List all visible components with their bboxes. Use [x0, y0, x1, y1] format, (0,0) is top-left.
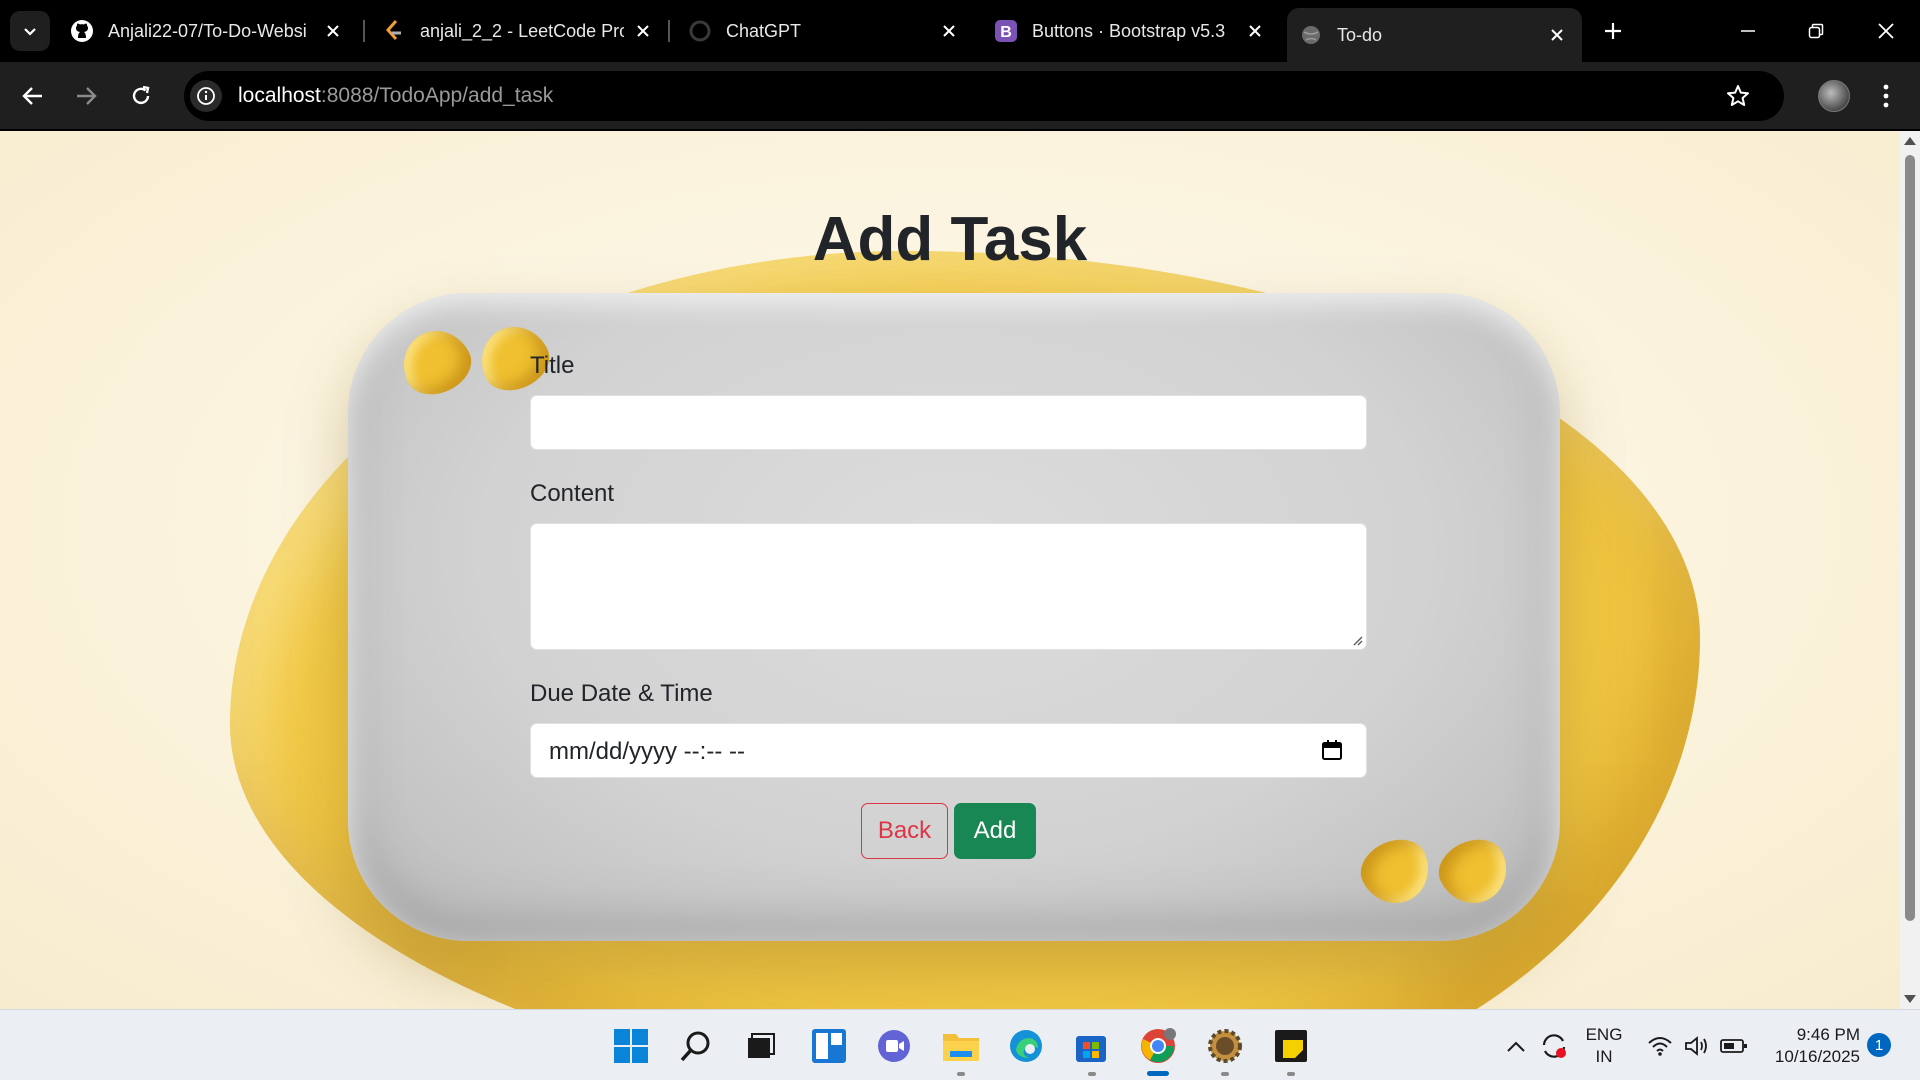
chrome-browser-icon[interactable]	[1138, 1026, 1178, 1066]
tab-todo[interactable]: To-do	[1287, 8, 1582, 62]
due-date-label: Due Date & Time	[530, 680, 713, 707]
title-input[interactable]	[530, 395, 1367, 450]
teams-chat-icon[interactable]	[874, 1026, 914, 1066]
page-scrollbar[interactable]	[1900, 131, 1920, 1009]
info-icon[interactable]	[190, 80, 222, 112]
widgets-icon[interactable]	[809, 1026, 849, 1066]
github-icon	[70, 19, 94, 43]
tab-github[interactable]: Anjali22-07/To-Do-Websi	[58, 8, 358, 54]
minimize-button[interactable]	[1714, 0, 1782, 62]
file-explorer-icon[interactable]	[941, 1026, 981, 1066]
chevron-down-icon	[24, 28, 36, 36]
close-icon	[1878, 23, 1894, 39]
browser-toolbar: localhost:8088/TodoApp/add_task	[0, 62, 1920, 130]
due-datetime-input[interactable]: mm/dd/yyyy --:-- --	[530, 723, 1367, 778]
calendar-icon[interactable]	[1320, 738, 1344, 762]
close-icon[interactable]	[322, 20, 344, 42]
back-button[interactable]: Back	[861, 803, 948, 859]
tab-title: Anjali22-07/To-Do-Websi	[108, 20, 307, 41]
windows-taskbar: ENG IN 9:46 PM 10/16/2025	[0, 1009, 1920, 1080]
chatgpt-icon	[688, 19, 712, 43]
wifi-icon[interactable]	[1640, 1026, 1680, 1066]
tab-bootstrap[interactable]: B Buttons · Bootstrap v5.3	[982, 8, 1280, 54]
tab-title: Buttons · Bootstrap v5.3	[1032, 20, 1226, 41]
running-indicator	[1088, 1072, 1096, 1076]
region-code: IN	[1595, 1047, 1613, 1066]
edge-browser-icon[interactable]	[1006, 1026, 1046, 1066]
clock[interactable]: 9:46 PM 10/16/2025	[1756, 1024, 1860, 1068]
browser-menu-button[interactable]	[1872, 78, 1900, 114]
close-icon[interactable]	[1244, 20, 1266, 42]
forward-nav-button[interactable]	[66, 76, 106, 116]
url-path: :8088/TodoApp/add_task	[320, 84, 554, 107]
leetcode-icon	[382, 19, 406, 43]
language-code: ENG	[1585, 1025, 1623, 1044]
content-label: Content	[530, 480, 615, 507]
profile-avatar[interactable]	[1818, 80, 1850, 112]
arrow-left-icon	[22, 87, 42, 105]
globe-icon	[1299, 23, 1323, 47]
close-icon[interactable]	[632, 20, 654, 42]
address-bar[interactable]: localhost:8088/TodoApp/add_task	[184, 71, 1784, 121]
tab-title: ChatGPT	[726, 20, 802, 41]
search-icon[interactable]	[676, 1026, 716, 1066]
plus-icon	[1605, 23, 1621, 39]
close-window-button[interactable]	[1852, 0, 1920, 62]
due-datetime-placeholder: mm/dd/yyyy --:-- --	[549, 738, 745, 765]
running-indicator	[957, 1072, 965, 1076]
scroll-up-arrow-icon[interactable]	[1904, 137, 1916, 145]
volume-icon[interactable]	[1677, 1026, 1717, 1066]
sticky-notes-icon[interactable]	[1271, 1026, 1311, 1066]
sync-icon[interactable]	[1534, 1026, 1574, 1066]
add-button[interactable]: Add	[954, 803, 1036, 859]
more-vertical-icon	[1883, 84, 1889, 108]
tab-leetcode[interactable]: anjali_2_2 - LeetCode Pro	[370, 8, 668, 54]
tab-title: anjali_2_2 - LeetCode Pro	[420, 20, 624, 41]
clock-time: 9:46 PM	[1796, 1025, 1860, 1044]
tab-separator	[363, 20, 365, 42]
content-textarea[interactable]	[530, 523, 1367, 650]
language-indicator[interactable]: ENG IN	[1578, 1024, 1630, 1068]
show-hidden-icons-chevron-icon[interactable]	[1496, 1026, 1536, 1066]
windows-start-icon[interactable]	[611, 1026, 651, 1066]
task-view-icon[interactable]	[740, 1026, 780, 1066]
restore-button[interactable]	[1782, 0, 1850, 62]
notification-badge[interactable]: 1	[1867, 1033, 1891, 1057]
tab-title: To-do	[1337, 24, 1383, 45]
title-label: Title	[530, 352, 575, 379]
close-icon[interactable]	[1546, 24, 1568, 46]
active-app-indicator	[1147, 1071, 1169, 1076]
tab-separator	[668, 20, 670, 42]
microsoft-store-icon[interactable]	[1071, 1026, 1111, 1066]
scroll-thumb[interactable]	[1905, 155, 1915, 921]
page-viewport: Add Task Title Content Due Date & Time m…	[0, 131, 1900, 1009]
clock-date: 10/16/2025	[1774, 1047, 1860, 1066]
running-indicator	[1221, 1072, 1229, 1076]
scroll-down-arrow-icon[interactable]	[1904, 995, 1916, 1003]
tab-chatgpt[interactable]: ChatGPT	[676, 8, 974, 54]
bootstrap-icon: B	[994, 19, 1018, 43]
battery-icon[interactable]	[1714, 1026, 1754, 1066]
reload-icon	[132, 85, 150, 105]
running-indicator	[1287, 1072, 1295, 1076]
tab-search-button[interactable]	[10, 11, 50, 51]
resize-handle-icon[interactable]	[1351, 634, 1363, 646]
tab-strip: Anjali22-07/To-Do-Websi anjali_2_2 - Lee…	[0, 0, 1920, 62]
arrow-right-icon	[77, 87, 97, 105]
reload-button[interactable]	[121, 76, 161, 116]
bookmark-star-icon[interactable]	[1726, 84, 1750, 113]
back-nav-button[interactable]	[13, 76, 53, 116]
svg-text:B: B	[1000, 24, 1012, 41]
java-ide-icon[interactable]	[1205, 1026, 1245, 1066]
page-title: Add Task	[812, 205, 1088, 274]
url-host: localhost	[238, 84, 321, 107]
close-icon[interactable]	[938, 20, 960, 42]
url-text: localhost:8088/TodoApp/add_task	[238, 84, 553, 108]
minimize-icon	[1741, 30, 1755, 32]
new-tab-button[interactable]	[1596, 14, 1630, 48]
restore-icon	[1808, 23, 1824, 39]
